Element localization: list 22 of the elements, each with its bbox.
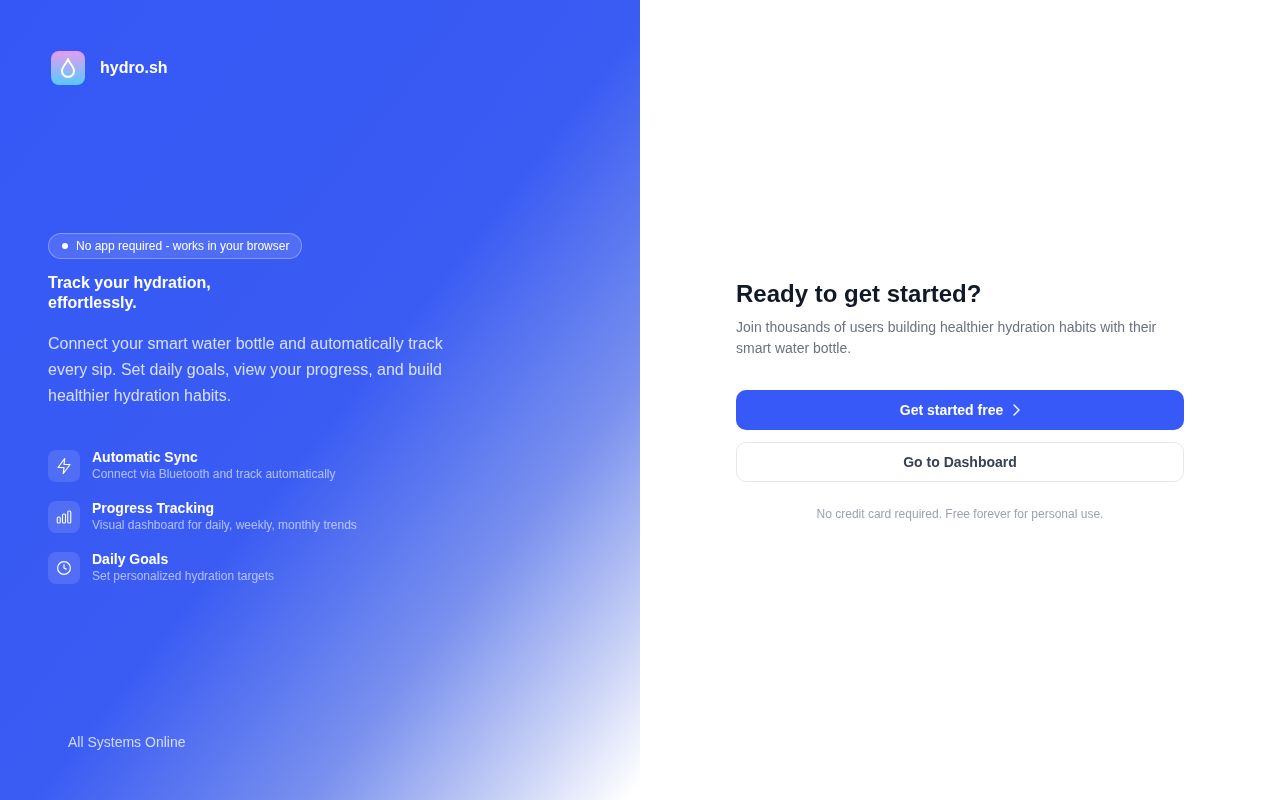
signup-note: No credit card required. Free forever for personal use. bbox=[815, 505, 1105, 522]
brand-name: hydro.sh bbox=[100, 59, 168, 77]
signup-description: Join thousands of users building healthier hydration habits with their smart water bottle. bbox=[736, 317, 1158, 358]
get-started-button[interactable]: Get started free bbox=[736, 389, 1184, 430]
feature-description: Set personalized hydration targets bbox=[92, 569, 275, 584]
feature-description: Connect via Bluetooth and track automatically bbox=[92, 467, 336, 482]
water-drop-logo-icon bbox=[51, 51, 85, 85]
info-badge: No app required - works in your browser bbox=[48, 233, 303, 259]
dashboard-button[interactable]: Go to Dashboard bbox=[736, 441, 1184, 482]
feature-title: Daily Goals bbox=[92, 551, 170, 568]
dot-icon bbox=[62, 243, 68, 249]
hero-title: Track your hydration, effortlessly. bbox=[48, 273, 212, 313]
signup-title: Ready to get started? bbox=[736, 278, 983, 309]
feature-description: Visual dashboard for daily, weekly, monthly trends bbox=[92, 518, 357, 533]
lightning-icon bbox=[48, 449, 80, 482]
feature-title: Automatic Sync bbox=[92, 449, 199, 466]
chevron-right-icon bbox=[1013, 403, 1021, 416]
hero-description: Connect your smart water bottle and automatically track every sip. Set daily goals, view your progress, and build healthier hydration habits. bbox=[48, 334, 444, 406]
bar-chart-icon bbox=[48, 500, 80, 533]
clock-icon bbox=[48, 551, 80, 584]
status-text: All Systems Online bbox=[68, 733, 186, 752]
feature-title: Progress Tracking bbox=[92, 500, 216, 517]
